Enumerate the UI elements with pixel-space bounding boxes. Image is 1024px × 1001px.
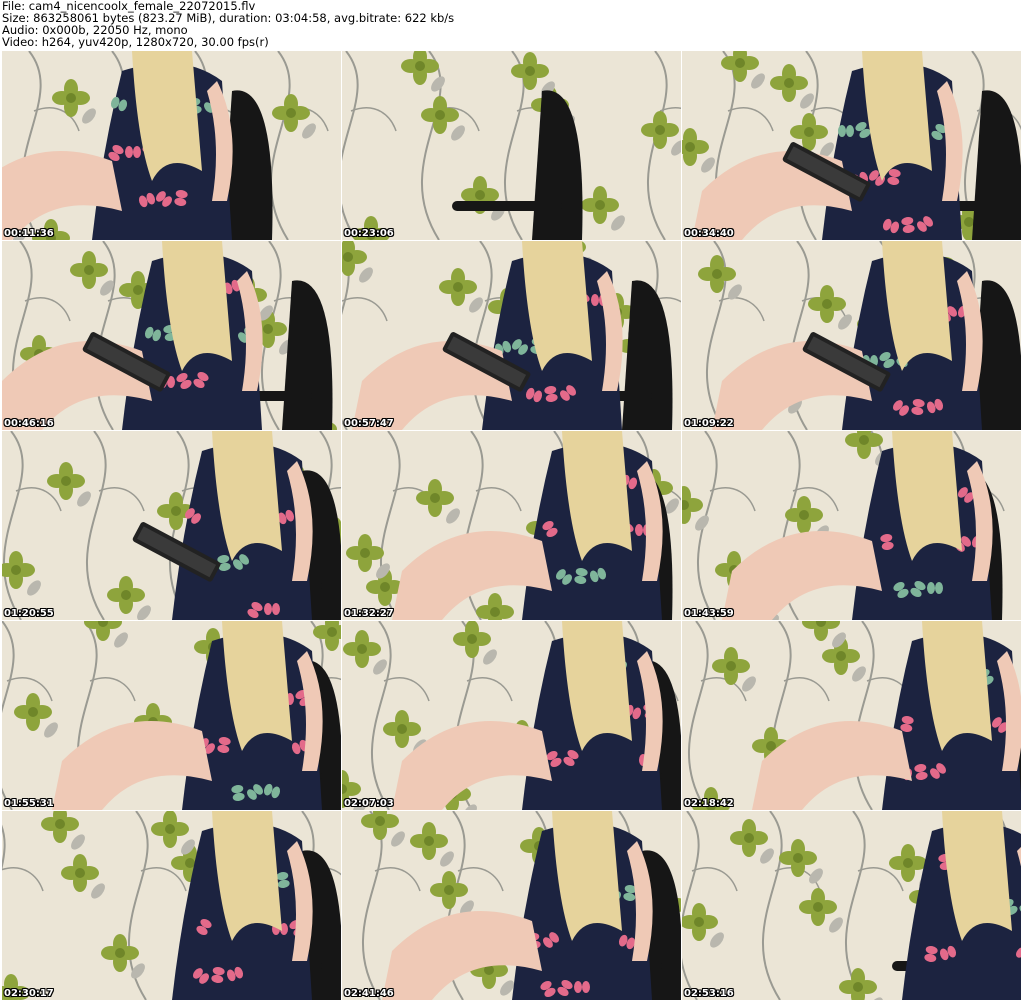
thumbnail-timestamp: 02:18:42 xyxy=(684,798,734,809)
video-thumbnail: 01:43:59 xyxy=(682,431,1021,620)
thumbnail-frame-image xyxy=(2,51,341,240)
video-thumbnail: 00:23:06 xyxy=(342,51,681,240)
video-thumbnail: 02:53:16 xyxy=(682,811,1021,1000)
thumbnail-frame-image xyxy=(342,241,681,430)
thumbnail-timestamp: 00:57:47 xyxy=(344,418,394,429)
thumbnail-frame-image xyxy=(342,811,681,1000)
video-thumbnail: 02:30:17 xyxy=(2,811,341,1000)
video-thumbnail: 00:34:40 xyxy=(682,51,1021,240)
thumbnail-frame-image xyxy=(2,811,341,1000)
thumbnail-frame-image xyxy=(2,241,341,430)
video-thumbnail: 01:09:22 xyxy=(682,241,1021,430)
video-line: Video: h264, yuv420p, 1280x720, 30.00 fp… xyxy=(2,35,269,49)
thumbnail-frame-image xyxy=(682,241,1021,430)
thumbnail-timestamp: 02:53:16 xyxy=(684,988,734,999)
thumbnail-timestamp: 00:46:16 xyxy=(4,418,54,429)
video-thumbnail: 02:18:42 xyxy=(682,621,1021,810)
video-thumbnail: 02:41:46 xyxy=(342,811,681,1000)
thumbnail-frame-image xyxy=(342,621,681,810)
thumbnail-frame-image xyxy=(2,431,341,620)
video-thumbnail: 02:07:03 xyxy=(342,621,681,810)
thumbnail-timestamp: 02:07:03 xyxy=(344,798,394,809)
video-thumbnail: 01:20:55 xyxy=(2,431,341,620)
thumbnail-timestamp: 00:23:06 xyxy=(344,228,394,239)
thumbnail-timestamp: 01:43:59 xyxy=(684,608,734,619)
thumbnail-timestamp: 02:41:46 xyxy=(344,988,394,999)
thumbnail-frame-image xyxy=(682,431,1021,620)
video-thumbnail: 01:55:31 xyxy=(2,621,341,810)
video-thumbnail: 01:32:27 xyxy=(342,431,681,620)
thumbnail-frame-image xyxy=(682,621,1021,810)
thumbnail-frame-image xyxy=(682,811,1021,1000)
thumbnail-frame-image xyxy=(2,621,341,810)
thumbnail-timestamp: 01:55:31 xyxy=(4,798,54,809)
thumbnail-timestamp: 00:34:40 xyxy=(684,228,734,239)
info-header: File: cam4_nicencoolx_female_22072015.fl… xyxy=(0,0,1024,50)
video-thumbnail: 00:46:16 xyxy=(2,241,341,430)
thumbnail-timestamp: 02:30:17 xyxy=(4,988,54,999)
thumbnail-timestamp: 01:32:27 xyxy=(344,608,394,619)
thumbnail-timestamp: 01:20:55 xyxy=(4,608,54,619)
video-thumbnail: 00:57:47 xyxy=(342,241,681,430)
thumbnail-grid: 00:11:36 00:23:06 00:34:40 00:46:16 00:5… xyxy=(0,51,1024,1001)
thumbnail-frame-image xyxy=(342,51,681,240)
thumbnail-frame-image xyxy=(342,431,681,620)
thumbnail-timestamp: 00:11:36 xyxy=(4,228,54,239)
thumbnail-timestamp: 01:09:22 xyxy=(684,418,734,429)
thumbnail-frame-image xyxy=(682,51,1021,240)
video-thumbnail: 00:11:36 xyxy=(2,51,341,240)
